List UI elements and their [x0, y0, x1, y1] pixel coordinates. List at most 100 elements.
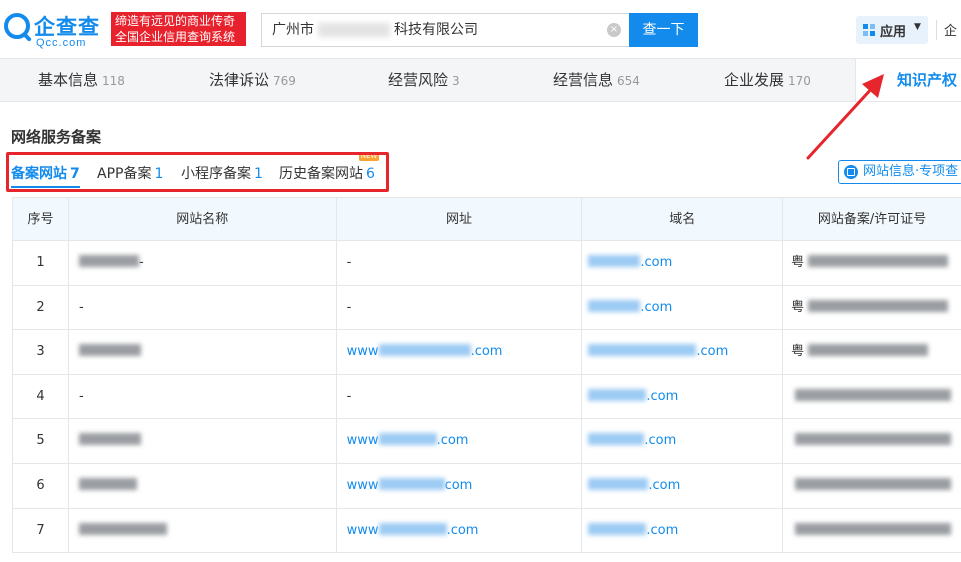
domain-cell[interactable]: .com — [582, 375, 783, 419]
logo-subtext: Qcc.com — [36, 37, 86, 49]
url-cell[interactable]: www .com — [337, 509, 583, 553]
site-name-text: - — [79, 389, 84, 404]
table-row: 2--.com粤 — [13, 286, 961, 331]
redacted-url — [379, 344, 471, 356]
tab-basic-info[interactable]: 基本信息 118 — [38, 59, 125, 101]
tab-label: 企业发展 — [724, 71, 784, 89]
url-prefix: - — [347, 255, 352, 270]
domain-suffix: .com — [640, 300, 672, 315]
license-cell — [783, 375, 961, 419]
table-row: 3 www .com .com 粤 — [13, 330, 961, 375]
license-cell: 粤 — [783, 241, 961, 285]
tab-label: 基本信息 — [38, 71, 98, 89]
site-name-cell — [69, 419, 337, 463]
row-index: 3 — [13, 330, 69, 374]
redacted-site-name — [79, 523, 167, 535]
link-button-label: 网站信息·专项查 — [863, 164, 958, 179]
header-index: 序号 — [13, 198, 69, 240]
section-title: 网络服务备案 — [11, 126, 101, 147]
tab-count: 118 — [102, 74, 125, 88]
table-header: 序号 网站名称 网址 域名 网站备案/许可证号 — [13, 197, 961, 241]
redacted-license — [808, 300, 948, 312]
row-index: 5 — [13, 419, 69, 463]
redacted-site-name — [79, 478, 137, 490]
redacted-domain — [588, 523, 646, 535]
row-index: 4 — [13, 375, 69, 419]
search-value-suffix: 科技有限公司 — [394, 22, 478, 38]
redacted-license — [795, 389, 951, 401]
domain-cell[interactable]: .com — [582, 330, 783, 374]
row-index: 6 — [13, 464, 69, 508]
table-row: 6 wwwcom .com — [13, 464, 961, 509]
redacted-domain — [588, 300, 640, 312]
website-records-table: 序号 网站名称 网址 域名 网站备案/许可证号 1--.com粤2--.com粤… — [12, 197, 961, 553]
license-cell: 粤 — [783, 286, 961, 330]
header-license: 网站备案/许可证号 — [783, 198, 961, 240]
redacted-license — [795, 478, 951, 490]
domain-cell[interactable]: .com — [582, 464, 783, 508]
search-value-redacted — [318, 23, 390, 37]
site-name-cell: - — [69, 286, 337, 330]
table-row: 4--.com — [13, 375, 961, 420]
tab-count: 654 — [617, 74, 640, 88]
redacted-site-name — [79, 255, 139, 267]
url-suffix: .com — [447, 523, 479, 538]
apps-label: 应用 — [880, 21, 906, 40]
site-name-cell: - — [69, 375, 337, 419]
clear-icon[interactable]: × — [607, 23, 621, 37]
url-prefix: www — [347, 344, 379, 359]
url-cell[interactable]: wwwcom — [337, 464, 583, 508]
row-index: 1 — [13, 241, 69, 285]
slogan-line-1: 缔造有远见的商业传奇 — [115, 13, 242, 29]
tab-label: 经营风险 — [388, 71, 448, 89]
domain-suffix: .com — [646, 389, 678, 404]
search-button[interactable]: 查一下 — [629, 13, 698, 47]
search-input[interactable]: 广州市 科技有限公司 — [262, 14, 629, 46]
tab-business-risk[interactable]: 经营风险3 — [388, 59, 460, 101]
domain-cell[interactable]: .com — [582, 419, 783, 463]
domain-suffix: .com — [648, 478, 680, 493]
site-name-cell — [69, 330, 337, 374]
url-suffix: .com — [471, 344, 503, 359]
redacted-domain — [588, 255, 640, 267]
tab-count: 769 — [273, 74, 296, 88]
website-info-special-search-button[interactable]: 网站信息·专项查 — [838, 160, 961, 184]
header-domain: 域名 — [582, 198, 783, 240]
tab-legal[interactable]: 法律诉讼 769 — [209, 59, 296, 101]
redacted-domain — [588, 344, 696, 356]
domain-cell[interactable]: .com — [582, 241, 783, 285]
annotation-highlight-box — [6, 152, 389, 192]
url-cell[interactable]: www .com — [337, 330, 583, 374]
site-name-cell — [69, 464, 337, 508]
domain-cell[interactable]: .com — [582, 286, 783, 330]
redacted-license — [795, 523, 951, 535]
tab-label: 经营信息 — [553, 71, 613, 89]
site-name-cell — [69, 509, 337, 553]
license-cell: 粤 — [783, 330, 961, 374]
domain-cell[interactable]: .com — [582, 509, 783, 553]
table-body: 1--.com粤2--.com粤3www.com.com粤4--.com5www… — [13, 241, 961, 553]
apps-menu-button[interactable]: 应用 ▼ — [856, 16, 928, 44]
tab-development[interactable]: 企业发展170 — [724, 59, 811, 101]
site-name-text: - — [79, 300, 84, 315]
top-header: 企查查 Qcc.com 缔造有远见的商业传奇 全国企业信用查询系统 广州市科技有… — [0, 0, 961, 58]
redacted-license — [795, 433, 951, 445]
tab-label: 法律诉讼 — [209, 71, 269, 89]
redacted-url — [379, 433, 437, 445]
header-extra-link[interactable]: 企 — [944, 20, 957, 39]
redacted-license — [808, 344, 928, 356]
license-cell — [783, 509, 961, 553]
redacted-url — [379, 523, 447, 535]
redacted-domain — [588, 433, 644, 445]
url-prefix: www — [347, 523, 379, 538]
url-prefix: www — [347, 433, 379, 448]
tab-business-info[interactable]: 经营信息 654 — [553, 59, 640, 101]
url-cell[interactable]: www.com — [337, 419, 583, 463]
search-value-prefix: 广州市 — [272, 22, 314, 38]
license-prefix: 粤 — [791, 344, 804, 359]
qcc-logo[interactable]: 企查查 Qcc.com — [4, 11, 108, 49]
caret-down-icon: ▼ — [914, 22, 921, 32]
redacted-site-name — [79, 433, 141, 445]
logo-magnifier-icon — [4, 13, 30, 39]
header-url: 网址 — [337, 198, 583, 240]
